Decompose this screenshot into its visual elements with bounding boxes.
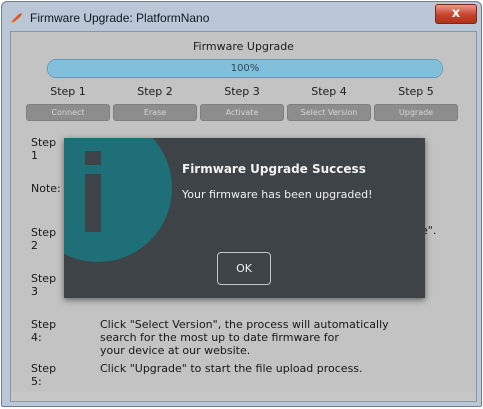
app-icon (11, 13, 22, 23)
close-button[interactable]: x (435, 4, 477, 24)
ok-button[interactable]: OK (217, 252, 271, 285)
info-glyph-icon (85, 151, 101, 232)
success-dialog: Firmware Upgrade Success Your firmware h… (64, 138, 425, 298)
info-icon (64, 138, 172, 262)
bottom-bar (11, 392, 476, 401)
firmware-upgrade-window: Firmware Upgrade: PlatformNano x Firmwar… (1, 1, 482, 407)
title-bar[interactable]: Firmware Upgrade: PlatformNano x (2, 2, 481, 32)
dialog-title: Firmware Upgrade Success (182, 162, 366, 176)
window-title: Firmware Upgrade: PlatformNano (30, 11, 210, 25)
client-area: Firmware Upgrade 100% Step 1 Step 2 Step… (10, 31, 477, 402)
dialog-message: Your firmware has been upgraded! (182, 188, 373, 201)
